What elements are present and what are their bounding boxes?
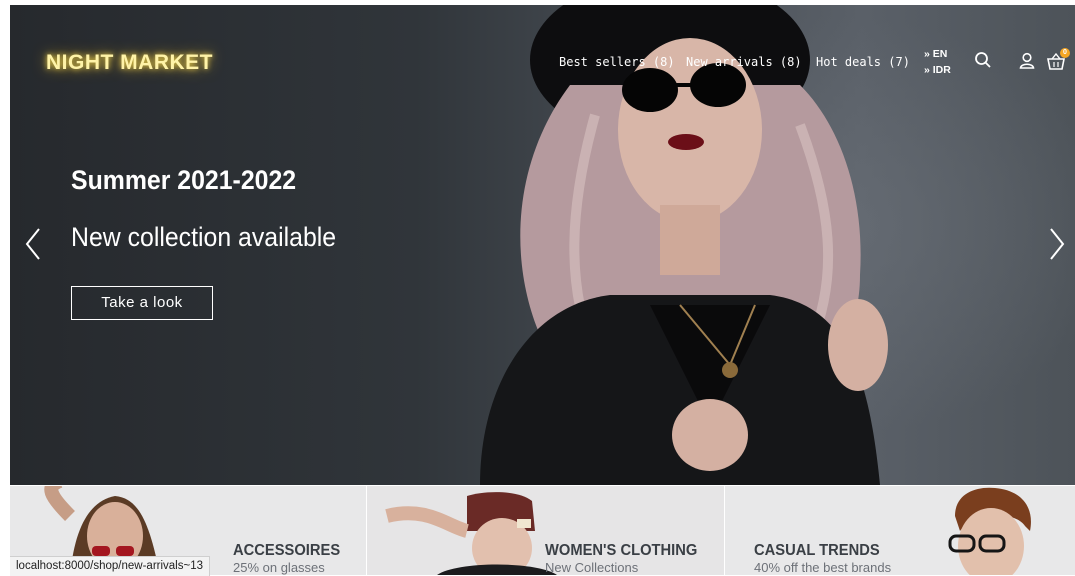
cart-count-badge: 0 bbox=[1060, 48, 1070, 58]
category-subtitle: 40% off the best brands bbox=[754, 560, 892, 575]
language-switcher: » EN » IDR bbox=[924, 46, 951, 78]
category-casual-trends[interactable]: CASUAL TRENDS 40% off the best brands bbox=[725, 486, 1075, 575]
category-title: WOMEN'S CLOTHING bbox=[545, 542, 698, 559]
browser-status-bar: localhost:8000/shop/new-arrivals~13 bbox=[10, 556, 210, 576]
search-icon[interactable] bbox=[974, 51, 992, 74]
page-frame: NIGHT MARKET Best sellers (8) New arriva… bbox=[10, 5, 1075, 575]
user-icon[interactable] bbox=[1019, 52, 1035, 75]
category-subtitle: New Collections bbox=[545, 560, 639, 575]
nav-hot-deals[interactable]: Hot deals (7) bbox=[816, 55, 910, 69]
category-title: ACCESSOIRES bbox=[233, 542, 341, 559]
chevron-left-icon[interactable] bbox=[24, 227, 42, 266]
site-logo[interactable]: NIGHT MARKET bbox=[46, 51, 213, 75]
nav-best-sellers[interactable]: Best sellers (8) bbox=[559, 55, 675, 69]
hero-title: Summer 2021-2022 bbox=[71, 165, 297, 195]
category-subtitle: 25% on glasses bbox=[233, 560, 325, 575]
currency-idr[interactable]: » IDR bbox=[924, 62, 951, 78]
chevron-right-icon[interactable] bbox=[1048, 227, 1066, 266]
category-womens-clothing[interactable]: WOMEN'S CLOTHING New Collections bbox=[367, 486, 724, 575]
category-title: CASUAL TRENDS bbox=[754, 542, 880, 559]
nav-new-arrivals[interactable]: New arrivals (8) bbox=[686, 55, 802, 69]
take-a-look-button[interactable]: Take a look bbox=[71, 286, 213, 320]
hero-carousel: NIGHT MARKET Best sellers (8) New arriva… bbox=[10, 5, 1075, 485]
lang-en[interactable]: » EN bbox=[924, 46, 951, 62]
hero-subtitle: New collection available bbox=[71, 222, 337, 252]
